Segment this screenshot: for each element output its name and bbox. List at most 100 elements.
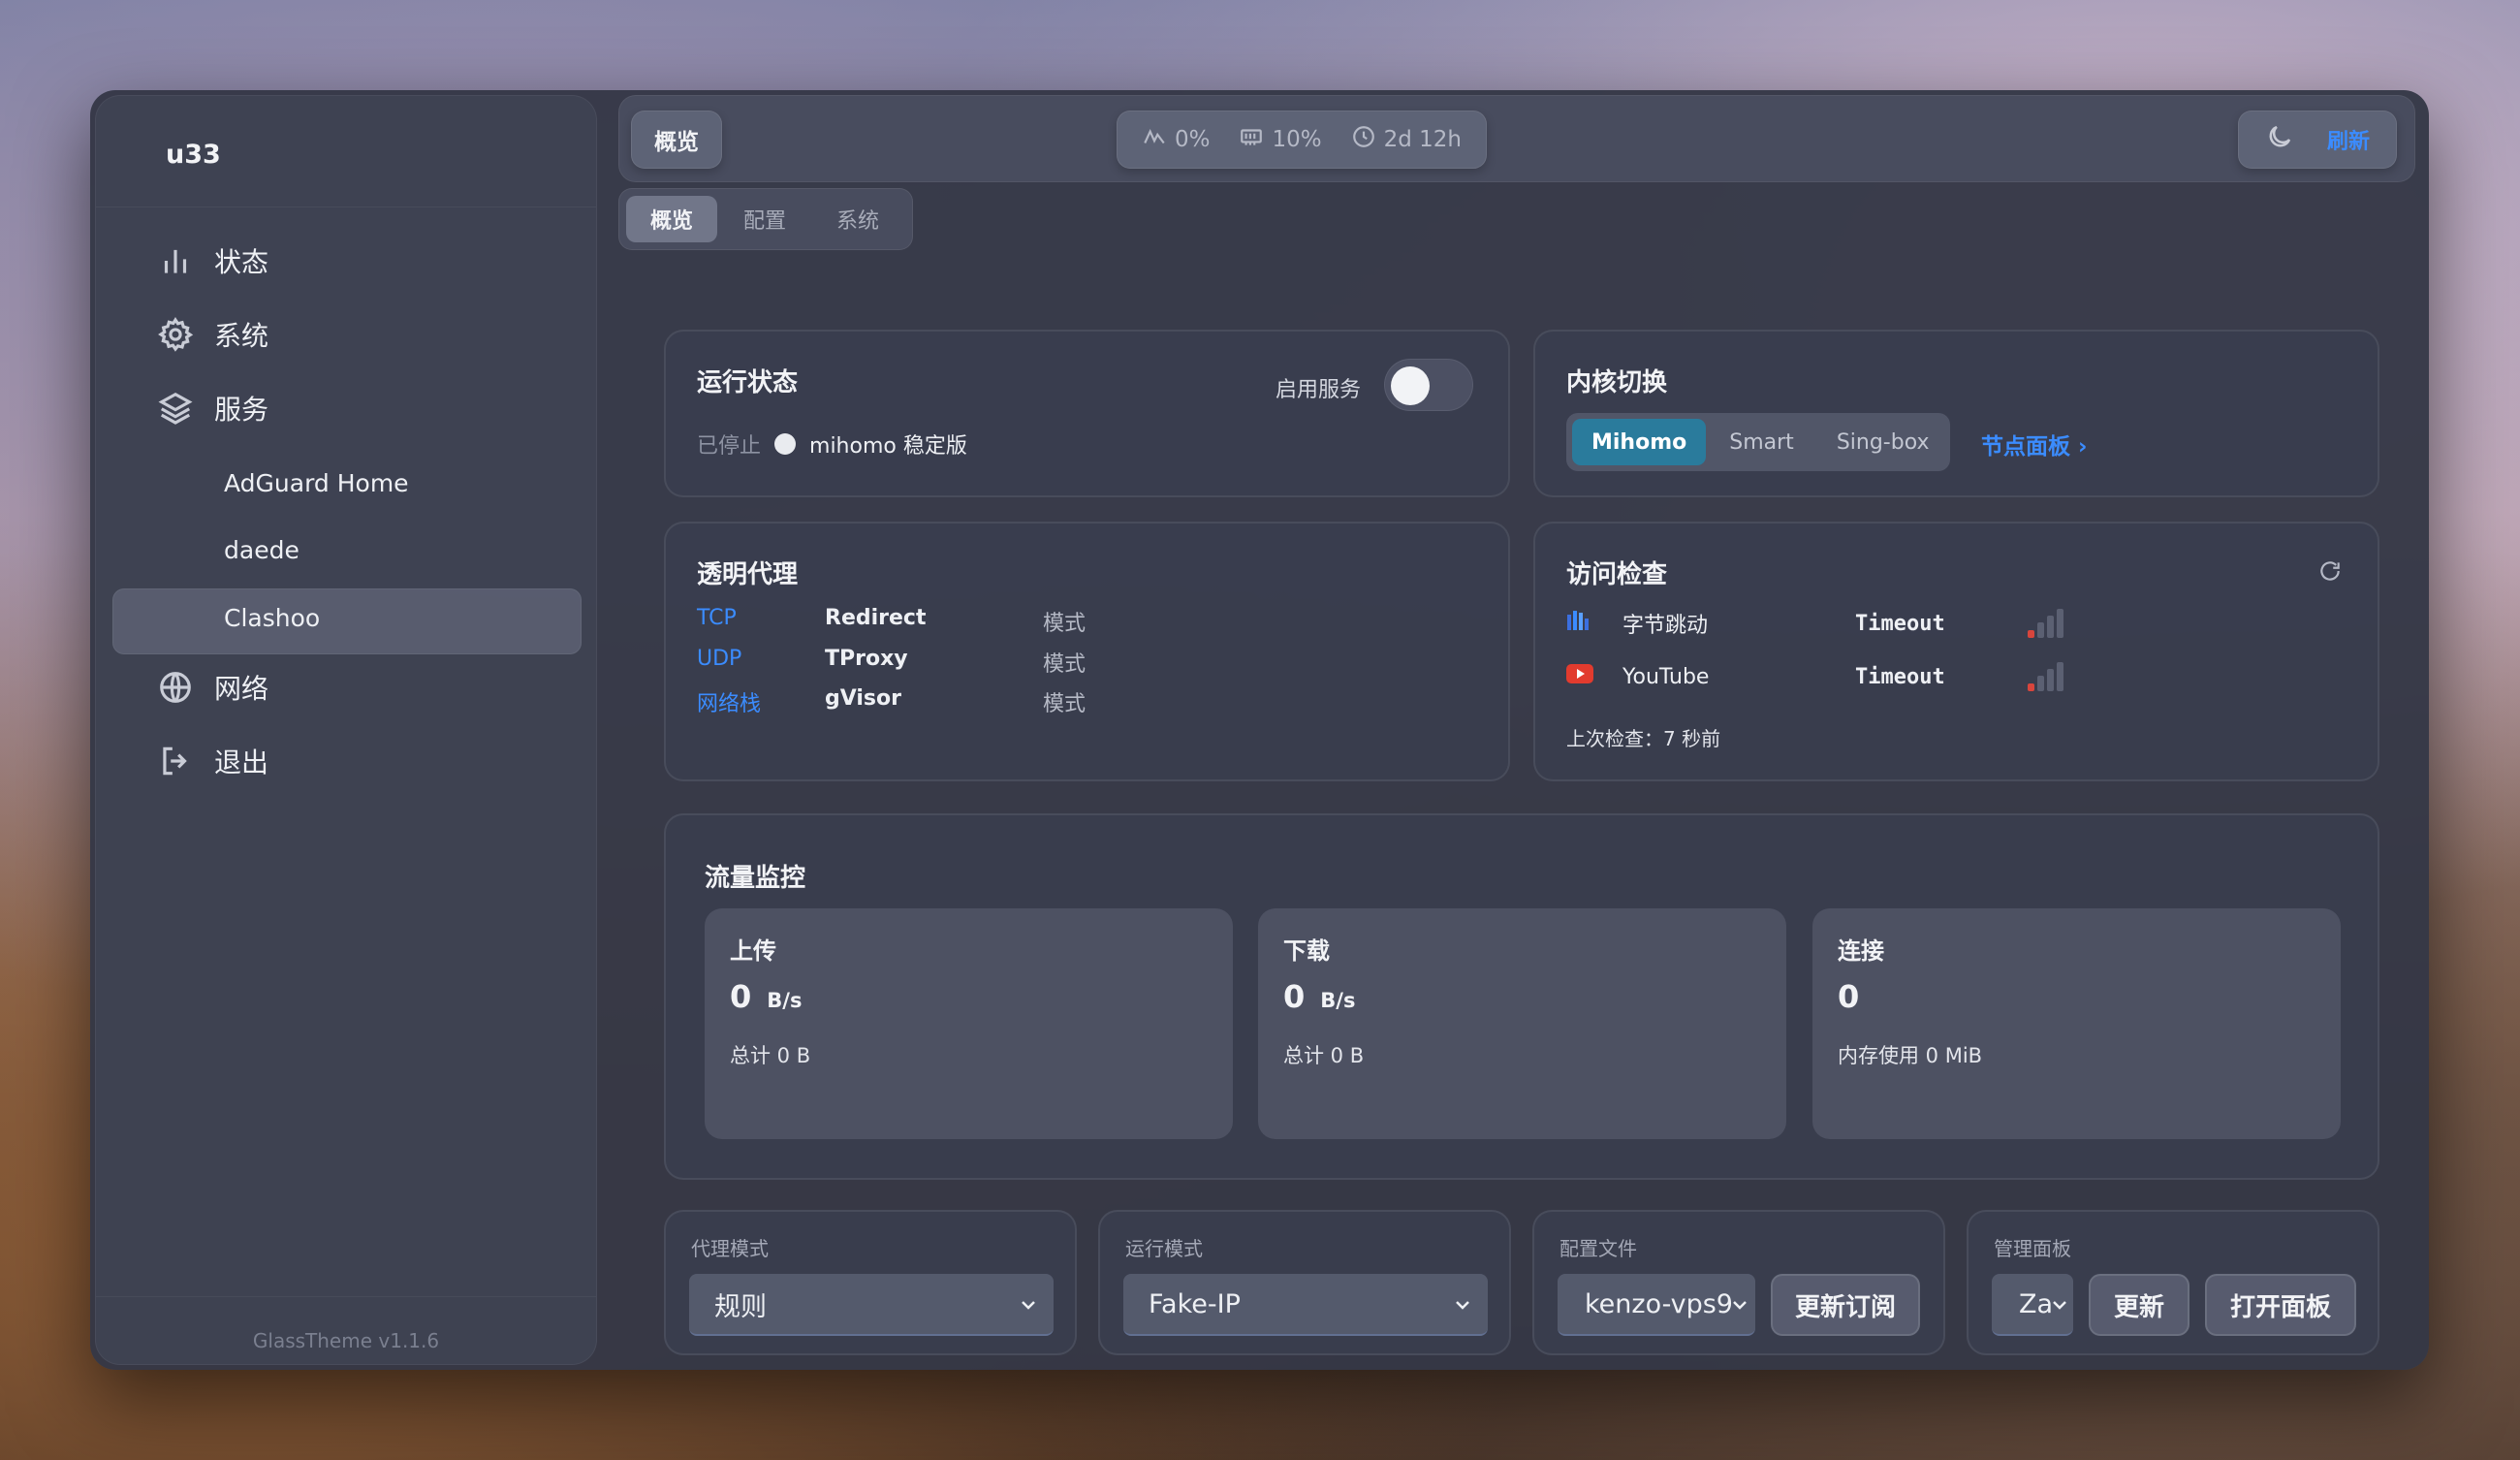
tab-overview[interactable]: 概览 <box>626 196 717 242</box>
traffic-monitor-card: 流量监控 上传 0 B/s 总计 0 B 下载 0 B/s 总计 0 B 连接 … <box>664 813 2379 1180</box>
proxy-mode-label: 代理模式 <box>691 1237 769 1260</box>
run-mode-value: Fake-IP <box>1149 1288 1241 1319</box>
chevron-down-icon <box>1017 1293 1040 1317</box>
bytedance-icon <box>1566 609 1622 638</box>
sidebar-subitem-active-bg <box>112 588 582 654</box>
access-row: YouTube Timeout <box>1566 662 2063 691</box>
node-panel-link[interactable]: 节点面板 › <box>1981 428 2088 460</box>
sidebar-item-services[interactable]: 服务 <box>156 389 268 428</box>
sidebar-item-network[interactable]: 网络 <box>156 668 268 707</box>
download-rate: 0 B/s <box>1283 978 1355 1015</box>
cpu-value: 0% <box>1174 127 1211 152</box>
dashboard-select[interactable]: Za <box>1992 1274 2073 1336</box>
core-version: mihomo 稳定版 <box>809 434 967 459</box>
gear-icon <box>156 315 195 354</box>
sidebar-item-label: 状态 <box>214 246 269 278</box>
transparent-proxy-card: 透明代理 TCP Redirect 模式 UDP TProxy 模式 网络栈 g… <box>664 522 1510 781</box>
update-dashboard-button[interactable]: 更新 <box>2089 1274 2189 1336</box>
uptime-stat: 2d 12h <box>1351 124 1462 155</box>
tab-config[interactable]: 配置 <box>719 196 810 242</box>
tab-bar: 概览 配置 系统 <box>618 188 913 250</box>
sidebar-subitem-clashoo[interactable]: Clashoo <box>224 604 320 632</box>
chevron-down-icon <box>1451 1293 1474 1317</box>
dashboard-label: 管理面板 <box>1994 1237 2071 1260</box>
proxy-value: gVisor <box>825 686 901 711</box>
access-row: 字节跳动 Timeout <box>1566 608 2063 639</box>
signal-bars-icon <box>2028 609 2063 638</box>
memory-usage: 内存使用 0 MiB <box>1838 1044 1983 1067</box>
sidebar-item-label: 系统 <box>214 320 269 352</box>
run-mode-select[interactable]: Fake-IP <box>1123 1274 1488 1336</box>
proxy-mode-select[interactable]: 规则 <box>689 1274 1054 1336</box>
run-mode-card: 运行模式 Fake-IP <box>1098 1210 1511 1355</box>
access-result: Timeout <box>1855 664 1945 689</box>
connections-count: 0 <box>1838 978 1859 1015</box>
sidebar-subitem-adguard[interactable]: AdGuard Home <box>224 469 409 497</box>
layers-icon <box>156 389 195 428</box>
proxy-mode-value: 规则 <box>714 1291 767 1322</box>
card-title: 运行状态 <box>697 368 799 397</box>
brand-title: u33 <box>166 140 221 170</box>
youtube-icon <box>1566 664 1622 689</box>
moon-icon[interactable] <box>2265 122 2294 157</box>
sidebar-item-label: 网络 <box>214 673 269 705</box>
tab-system[interactable]: 系统 <box>812 196 903 242</box>
service-state: 已停止 <box>697 434 762 459</box>
core-switch-card: 内核切换 Mihomo Smart Sing-box 节点面板 › <box>1533 330 2379 497</box>
divider <box>96 206 596 207</box>
access-target-name: 字节跳动 <box>1622 614 1709 638</box>
connections-value: 0 <box>1838 978 1860 1015</box>
proxy-mode-card: 代理模式 规则 <box>664 1210 1077 1355</box>
last-check-time: 上次检查：7 秒前 <box>1566 727 1721 750</box>
update-subscription-button[interactable]: 更新订阅 <box>1771 1274 1920 1336</box>
connections-stat-card: 连接 0 内存使用 0 MiB <box>1812 908 2341 1139</box>
upload-total: 总计 0 B <box>730 1044 811 1067</box>
memory-value: 10% <box>1272 127 1322 152</box>
download-total: 总计 0 B <box>1283 1044 1365 1067</box>
proxy-protocol: UDP <box>697 647 742 671</box>
proxy-mode: 模式 <box>1043 612 1087 636</box>
app-window: u33 状态 系统 服务 AdGuard Home daede Clashoo <box>90 90 2429 1370</box>
uptime-value: 2d 12h <box>1383 127 1462 152</box>
status-dot <box>774 433 797 455</box>
card-title: 访问检查 <box>1566 560 1668 589</box>
proxy-row: TCP Redirect 模式 <box>697 606 1086 637</box>
refresh-button[interactable]: 刷新 <box>2327 124 2370 155</box>
upload-label: 上传 <box>730 937 776 965</box>
memory-icon <box>1239 124 1264 155</box>
access-check-card: 访问检查 字节跳动 Timeout YouTube Timeout 上次检查：7… <box>1533 522 2379 781</box>
upload-value: 0 <box>730 978 752 1015</box>
toggle-knob <box>1391 366 1430 405</box>
config-file-card: 配置文件 kenzo-vps9 更新订阅 <box>1532 1210 1945 1355</box>
download-stat-card: 下载 0 B/s 总计 0 B <box>1258 908 1786 1139</box>
sidebar-item-label: 服务 <box>214 394 269 426</box>
config-file-value: kenzo-vps9 <box>1585 1288 1733 1319</box>
sidebar-item-logout[interactable]: 退出 <box>156 742 268 780</box>
core-option-smart[interactable]: Smart <box>1710 419 1813 465</box>
sidebar-item-status[interactable]: 状态 <box>156 241 268 280</box>
config-file-label: 配置文件 <box>1559 1237 1637 1260</box>
sidebar-subitem-daede[interactable]: daede <box>224 536 299 564</box>
refresh-icon[interactable] <box>2317 558 2343 584</box>
bar-chart-icon <box>156 241 195 280</box>
sidebar-item-system[interactable]: 系统 <box>156 315 268 354</box>
proxy-value: TProxy <box>825 647 908 671</box>
run-status-card: 运行状态 启用服务 已停止 mihomo 稳定版 <box>664 330 1510 497</box>
chevron-down-icon <box>2048 1293 2071 1317</box>
top-bar: 概览 0% 10% 2d 12h 刷新 <box>618 95 2415 182</box>
cpu-stat: 0% <box>1142 124 1211 155</box>
sidebar: u33 状态 系统 服务 AdGuard Home daede Clashoo <box>95 95 597 1365</box>
upload-unit: B/s <box>767 989 803 1012</box>
proxy-mode: 模式 <box>1043 652 1087 677</box>
core-option-mihomo[interactable]: Mihomo <box>1572 419 1707 465</box>
core-option-singbox[interactable]: Sing-box <box>1817 419 1949 465</box>
upload-stat-card: 上传 0 B/s 总计 0 B <box>705 908 1233 1139</box>
open-dashboard-button[interactable]: 打开面板 <box>2205 1274 2356 1336</box>
divider <box>96 1296 596 1297</box>
upload-rate: 0 B/s <box>730 978 802 1015</box>
download-value: 0 <box>1283 978 1306 1015</box>
dashboard-card: 管理面板 Za 更新 打开面板 <box>1967 1210 2379 1355</box>
enable-service-toggle[interactable] <box>1384 359 1473 411</box>
download-unit: B/s <box>1320 989 1356 1012</box>
config-file-select[interactable]: kenzo-vps9 <box>1558 1274 1755 1336</box>
